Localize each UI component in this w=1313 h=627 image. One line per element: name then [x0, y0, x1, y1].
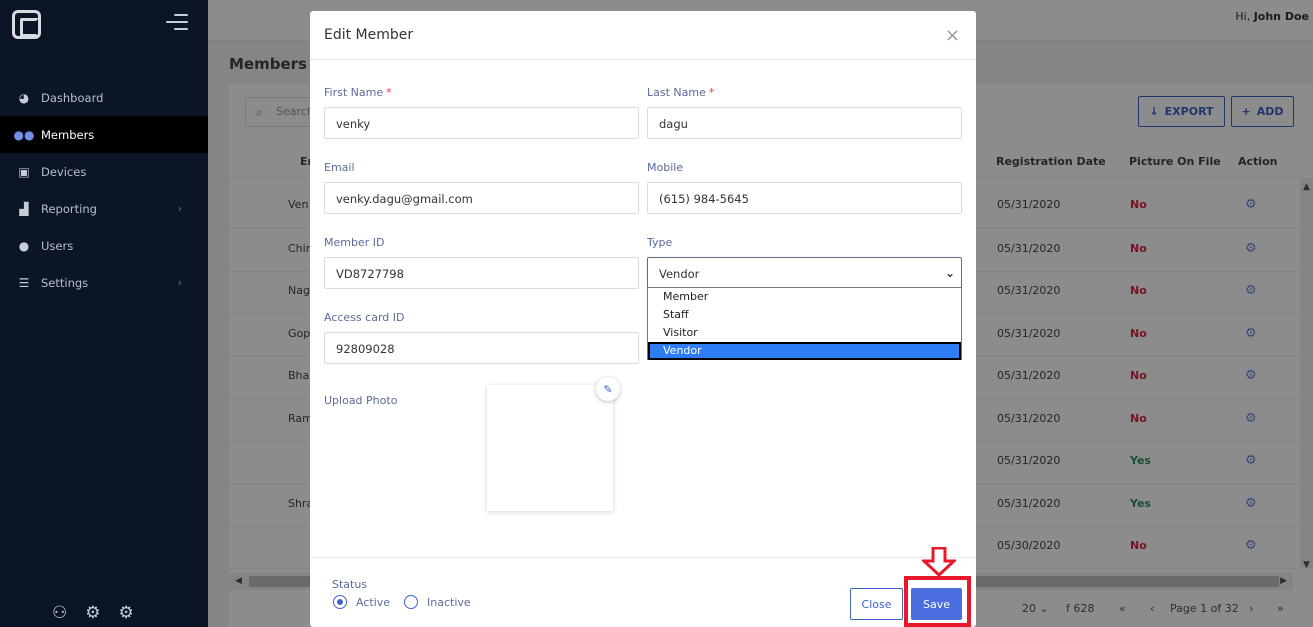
app-logo[interactable] [12, 10, 41, 39]
sidebar-item-label: Users [41, 238, 74, 253]
modal-footer: Status Active Inactive Close Save [310, 557, 976, 627]
type-label: Type [647, 236, 673, 249]
email-field[interactable]: venky.dagu@gmail.com [324, 182, 639, 214]
edit-member-modal: Edit Member × First Name * venky Last Nam… [310, 11, 976, 627]
last-name-field[interactable]: dagu [647, 107, 962, 139]
first-name-field[interactable]: venky [324, 107, 639, 139]
member-id-label: Member ID [324, 236, 385, 249]
sidebar-nav: ◕ Dashboard ●● Members ▣ Devices ▟ Repor… [0, 79, 208, 301]
sliders-icon: ☰ [18, 275, 30, 290]
access-card-field[interactable]: 92809028 [324, 332, 639, 364]
type-dropdown-list: Member Staff Visitor Vendor [647, 287, 962, 360]
sidebar-item-reporting[interactable]: ▟ Reporting › [0, 190, 208, 227]
sidebar-item-devices[interactable]: ▣ Devices [0, 153, 208, 190]
pencil-icon[interactable]: ✎ [596, 377, 620, 401]
chevron-right-icon: › [177, 276, 182, 289]
type-select[interactable]: Vendor ⌄ [647, 257, 962, 289]
sidebar-item-label: Dashboard [41, 90, 104, 105]
members-icon: ●● [13, 127, 35, 142]
gear-icon[interactable]: ⚙ [119, 603, 134, 623]
user-icon: ● [18, 238, 30, 253]
required-marker: * [708, 86, 715, 99]
upload-photo-label: Upload Photo [324, 394, 398, 407]
email-label: Email [324, 161, 355, 174]
type-option-visitor[interactable]: Visitor [648, 324, 961, 342]
mobile-field[interactable]: (615) 984-5645 [647, 182, 962, 214]
sidebar: ◕ Dashboard ●● Members ▣ Devices ▟ Repor… [0, 0, 208, 627]
last-name-label: Last Name * [647, 86, 715, 99]
device-icon: ▣ [18, 164, 30, 179]
dashboard-icon: ◕ [18, 90, 30, 105]
cogs-icon[interactable]: ⚙ [85, 603, 100, 623]
user-settings-icon[interactable]: ⚇ [52, 603, 67, 623]
status-inactive-radio[interactable]: Inactive [404, 595, 471, 609]
arrow-down-icon [922, 547, 956, 577]
type-option-vendor[interactable]: Vendor [648, 342, 961, 360]
close-button[interactable]: Close [850, 588, 903, 620]
close-icon[interactable]: × [945, 25, 960, 46]
mobile-label: Mobile [647, 161, 684, 174]
type-option-staff[interactable]: Staff [648, 306, 961, 324]
sidebar-item-label: Settings [41, 275, 89, 290]
radio-unchecked-icon [404, 595, 418, 609]
sidebar-item-settings[interactable]: ☰ Settings › [0, 264, 208, 301]
sidebar-item-dashboard[interactable]: ◕ Dashboard [0, 79, 208, 116]
sidebar-item-label: Reporting [41, 201, 97, 216]
radio-checked-icon [333, 595, 347, 609]
modal-title: Edit Member [324, 27, 414, 43]
photo-preview[interactable] [487, 385, 613, 511]
sidebar-item-label: Devices [41, 164, 87, 179]
member-id-field[interactable]: VD8727798 [324, 257, 639, 289]
status-label: Status [332, 578, 368, 591]
type-option-member[interactable]: Member [648, 288, 961, 306]
required-marker: * [386, 86, 392, 99]
sidebar-item-label: Members [41, 127, 95, 142]
access-card-label: Access card ID [324, 311, 405, 324]
chevron-down-icon: ⌄ [944, 266, 955, 280]
status-active-radio[interactable]: Active [333, 595, 390, 609]
first-name-label: First Name * [324, 86, 392, 99]
sidebar-footer: ⚇ ⚙ ⚙ [52, 603, 134, 623]
chart-icon: ▟ [19, 201, 29, 216]
sidebar-item-members[interactable]: ●● Members [0, 116, 208, 153]
sidebar-item-users[interactable]: ● Users [0, 227, 208, 264]
modal-header: Edit Member × [310, 11, 976, 60]
chevron-right-icon: › [177, 202, 182, 215]
menu-toggle-icon[interactable] [166, 14, 188, 32]
highlight-box [904, 576, 971, 627]
